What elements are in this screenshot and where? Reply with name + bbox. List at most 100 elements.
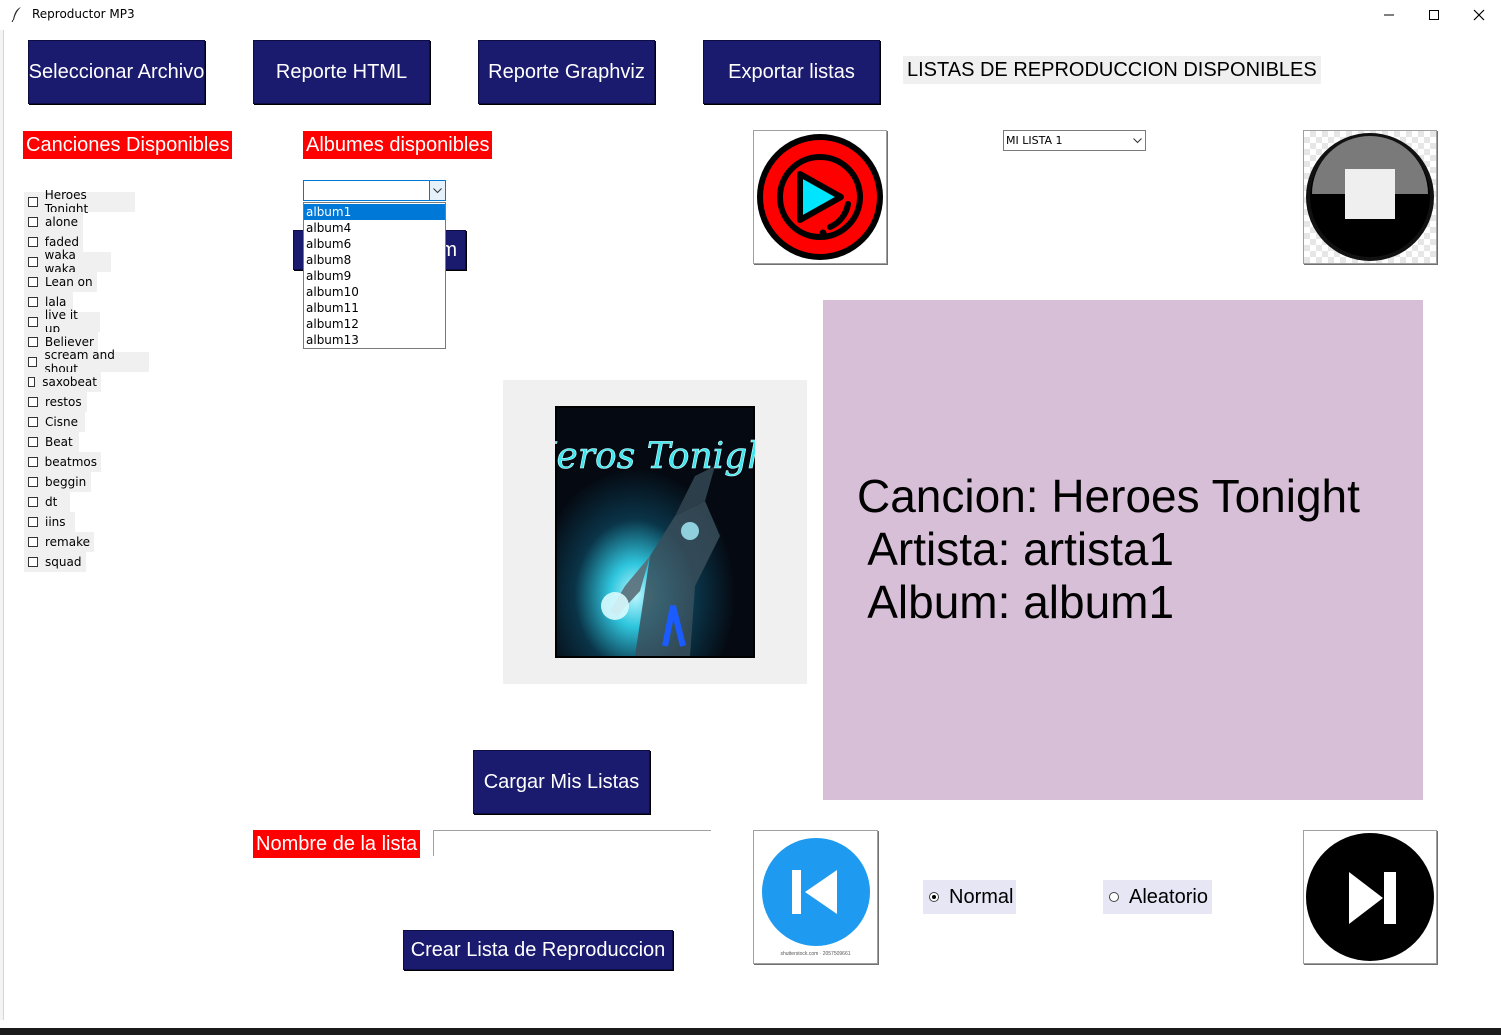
song-label: remake — [45, 535, 90, 549]
playlist-combobox-value: MI LISTA 1 — [1006, 134, 1063, 147]
left-edge — [0, 30, 4, 1020]
song-checkbox-item[interactable]: saxobeat — [24, 372, 101, 392]
album-option[interactable]: album9 — [304, 268, 445, 284]
album-cover-image: Heros Tonight — [555, 406, 755, 658]
song-label: dt — [45, 495, 58, 509]
checkbox-icon[interactable] — [28, 537, 38, 547]
artist-info: Artista: artista1 — [857, 523, 1175, 575]
checkbox-icon[interactable] — [28, 217, 38, 227]
create-list-button[interactable]: Crear Lista de Reproduccion — [403, 930, 673, 970]
checkbox-icon[interactable] — [28, 557, 38, 567]
song-label: beatmos — [44, 455, 97, 469]
song-checkbox-item[interactable]: live it up — [24, 308, 100, 336]
song-checkbox-item[interactable]: Lean on — [24, 272, 97, 292]
checkbox-icon[interactable] — [28, 477, 38, 487]
checkbox-icon[interactable] — [28, 517, 38, 527]
checkbox-icon[interactable] — [28, 317, 38, 327]
list-name-input[interactable] — [433, 830, 711, 856]
song-checkbox-item[interactable]: beatmos — [24, 452, 101, 472]
window-bottom — [0, 1020, 1501, 1028]
song-label: alone — [45, 215, 79, 229]
song-checkbox-item[interactable]: Cisne — [24, 412, 85, 432]
song-checkbox-item[interactable]: waka waka — [24, 248, 111, 276]
checkbox-icon[interactable] — [28, 497, 38, 507]
next-track-icon — [1306, 833, 1434, 961]
album-combobox[interactable] — [303, 180, 446, 201]
song-label: beggin — [45, 475, 87, 489]
window-title: Reproductor MP3 — [32, 7, 135, 21]
checkbox-icon[interactable] — [28, 237, 38, 247]
export-lists-button[interactable]: Exportar listas — [703, 40, 880, 104]
song-label: squad — [45, 555, 82, 569]
checkbox-icon[interactable] — [28, 297, 38, 307]
previous-track-icon — [761, 838, 870, 946]
checkbox-icon[interactable] — [28, 197, 38, 207]
song-label: faded — [44, 235, 79, 249]
song-label: iins — [45, 515, 66, 529]
song-checkbox-item[interactable]: remake — [24, 532, 94, 552]
song-checkbox-item[interactable]: alone — [24, 212, 83, 232]
song-label: Cisne — [45, 415, 78, 429]
play-icon — [757, 134, 883, 260]
song-checkbox-item[interactable]: iins — [24, 512, 75, 532]
chevron-down-icon[interactable] — [429, 181, 445, 200]
now-playing-panel: Cancion: Heroes Tonight Artista: artista… — [823, 300, 1423, 800]
album-option[interactable]: album4 — [304, 220, 445, 236]
next-button[interactable] — [1303, 830, 1437, 964]
available-lists-label: LISTAS DE REPRODUCCION DISPONIBLES — [903, 56, 1321, 84]
radio-unselected-icon — [1109, 892, 1119, 902]
feather-icon — [11, 7, 21, 22]
checkbox-icon[interactable] — [28, 377, 36, 387]
song-checkbox-item[interactable]: restos — [24, 392, 87, 412]
albums-label: Albumes disponibles — [303, 131, 493, 159]
album-option[interactable]: album13 — [304, 332, 445, 348]
playlist-combobox[interactable]: MI LISTA 1 — [1003, 130, 1146, 151]
album-dropdown-list: album1 album4 album6 album8 album9 album10 alb… — [303, 202, 446, 349]
checkbox-icon[interactable] — [28, 417, 38, 427]
list-name-label: Nombre de la lista — [253, 830, 421, 858]
checkbox-icon[interactable] — [28, 277, 38, 287]
song-checkbox-item[interactable]: beggin — [24, 472, 91, 492]
report-graphviz-button[interactable]: Reporte Graphviz — [478, 40, 655, 104]
load-lists-button[interactable]: Cargar Mis Listas — [473, 750, 650, 814]
maximize-icon — [1429, 10, 1439, 20]
song-checkbox-item[interactable]: dt — [24, 492, 70, 512]
album-option[interactable]: album6 — [304, 236, 445, 252]
song-checkbox-item[interactable]: Beat — [24, 432, 79, 452]
song-checkbox-item[interactable]: scream and shout — [24, 348, 149, 376]
stop-button[interactable] — [1303, 130, 1437, 264]
maximize-button[interactable] — [1411, 0, 1457, 30]
minimize-icon — [1384, 14, 1394, 16]
select-file-button[interactable]: Seleccionar Archivo — [28, 40, 205, 104]
album-option[interactable]: album10 — [304, 284, 445, 300]
song-label: saxobeat — [42, 375, 97, 389]
checkbox-icon[interactable] — [28, 457, 38, 467]
album-info: Album: album1 — [857, 576, 1175, 628]
chevron-down-icon[interactable] — [1129, 131, 1145, 150]
random-radio[interactable]: Aleatorio — [1103, 880, 1212, 914]
checkbox-icon[interactable] — [28, 437, 38, 447]
album-option[interactable]: album1 — [304, 204, 445, 220]
album-art: Heros Tonight — [555, 406, 755, 658]
song-label: restos — [45, 395, 82, 409]
album-option[interactable]: album12 — [304, 316, 445, 332]
song-checkbox-item[interactable]: Heroes Tonight — [24, 188, 135, 216]
previous-button[interactable]: shutterstock.com · 2057509661 — [753, 830, 878, 964]
song-checkbox-item[interactable]: squad — [24, 552, 86, 572]
play-button[interactable] — [753, 130, 887, 264]
stop-icon — [1306, 133, 1434, 261]
album-option[interactable]: album8 — [304, 252, 445, 268]
album-option[interactable]: album11 — [304, 300, 445, 316]
normal-radio[interactable]: Normal — [923, 880, 1016, 914]
checkbox-icon[interactable] — [28, 257, 38, 267]
normal-radio-label: Normal — [949, 885, 1014, 908]
minimize-button[interactable] — [1366, 0, 1412, 30]
radio-selected-icon — [929, 892, 939, 902]
checkbox-icon[interactable] — [28, 397, 38, 407]
random-radio-label: Aleatorio — [1129, 885, 1208, 908]
checkbox-icon[interactable] — [28, 337, 38, 347]
close-button[interactable] — [1456, 0, 1501, 30]
checkbox-icon[interactable] — [28, 357, 38, 367]
previous-icon-caption: shutterstock.com · 2057509661 — [780, 951, 851, 957]
report-html-button[interactable]: Reporte HTML — [253, 40, 430, 104]
